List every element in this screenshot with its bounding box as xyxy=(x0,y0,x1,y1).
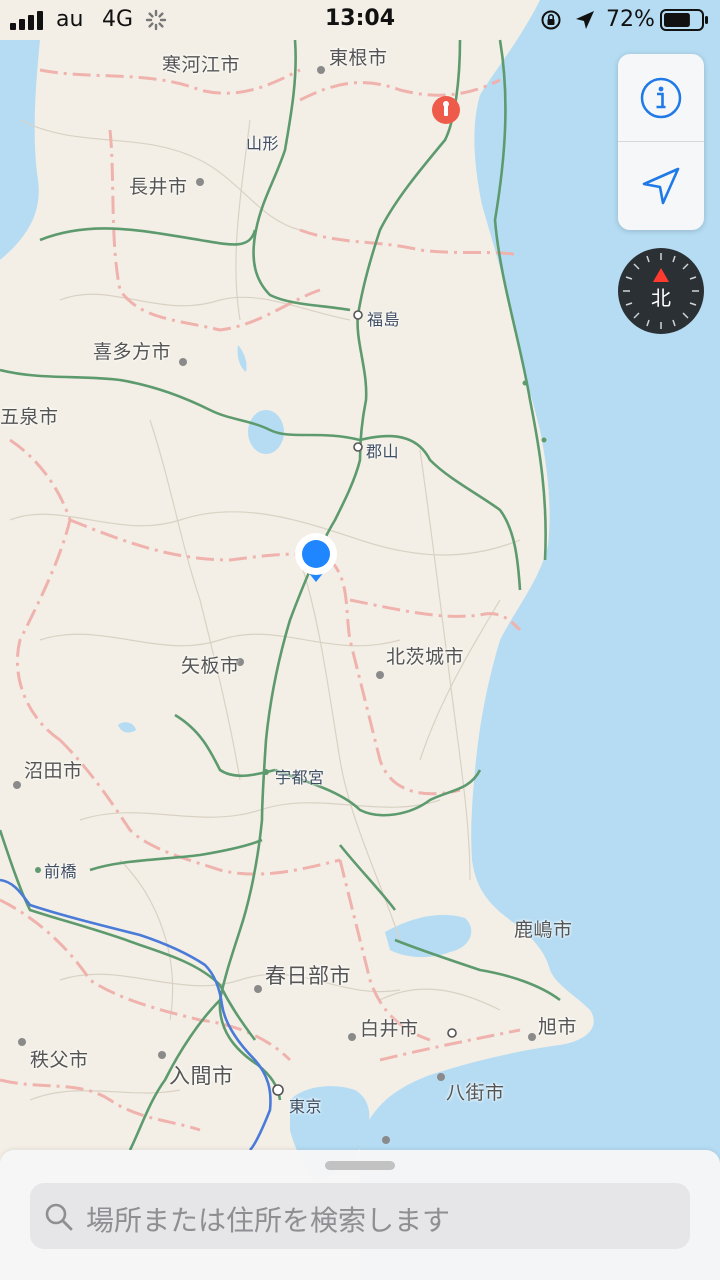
battery-icon xyxy=(660,9,708,31)
compass-button[interactable]: 北 xyxy=(618,248,704,334)
city-label-kitaibaraki: 北茨城市 xyxy=(386,646,465,668)
map-canvas[interactable] xyxy=(0,0,720,1280)
location-arrow-icon xyxy=(642,167,680,205)
pin-marker xyxy=(432,96,460,124)
orientation-lock-icon xyxy=(541,10,561,30)
city-label-fukushima: 福島 xyxy=(367,310,401,329)
city-label-numata: 沼田市 xyxy=(24,760,83,782)
info-icon xyxy=(640,77,682,119)
compass-north-label: 北 xyxy=(651,286,671,310)
city-label-yaita: 矢板市 xyxy=(181,655,240,677)
search-sheet: 場所または住所を検索します xyxy=(0,1150,720,1280)
map-controls xyxy=(618,54,704,230)
city-label-sakaegawa: 寒河江市 xyxy=(162,54,241,76)
battery-percent-label: 72% xyxy=(606,7,655,32)
status-bar: au 4G 13:04 72% xyxy=(0,0,720,40)
city-label-iruma: 入間市 xyxy=(169,1064,234,1088)
city-label-kasukabe: 春日部市 xyxy=(265,964,351,988)
city-label-maebashi: 前橋 xyxy=(44,862,78,881)
compass-icon: 北 xyxy=(618,248,704,334)
search-field[interactable]: 場所または住所を検索します xyxy=(30,1183,690,1249)
search-icon xyxy=(45,1203,73,1231)
city-label-tokyo: 東京 xyxy=(289,1097,323,1116)
info-button[interactable] xyxy=(618,54,704,142)
city-label-utsunomiya: 宇都宮 xyxy=(275,768,325,787)
city-label-yachimata: 八街市 xyxy=(446,1082,505,1104)
city-label-gosen: 五泉市 xyxy=(0,406,59,428)
city-label-yamagata: 山形 xyxy=(246,134,280,153)
city-label-kitakata: 喜多方市 xyxy=(93,341,172,363)
current-location-button[interactable] xyxy=(618,142,704,230)
city-label-nagai: 長井市 xyxy=(129,176,188,198)
search-placeholder: 場所または住所を検索します xyxy=(86,1204,451,1237)
location-services-icon xyxy=(576,11,594,29)
city-label-kashima: 鹿嶋市 xyxy=(514,919,573,941)
city-label-higashine: 東根市 xyxy=(329,47,388,69)
sheet-grabber[interactable] xyxy=(325,1161,395,1170)
city-label-shiroi: 白井市 xyxy=(360,1018,419,1040)
city-label-chichibu: 秩父市 xyxy=(30,1049,89,1071)
city-label-asahi: 旭市 xyxy=(538,1016,578,1038)
city-label-koriyama: 郡山 xyxy=(366,442,400,461)
